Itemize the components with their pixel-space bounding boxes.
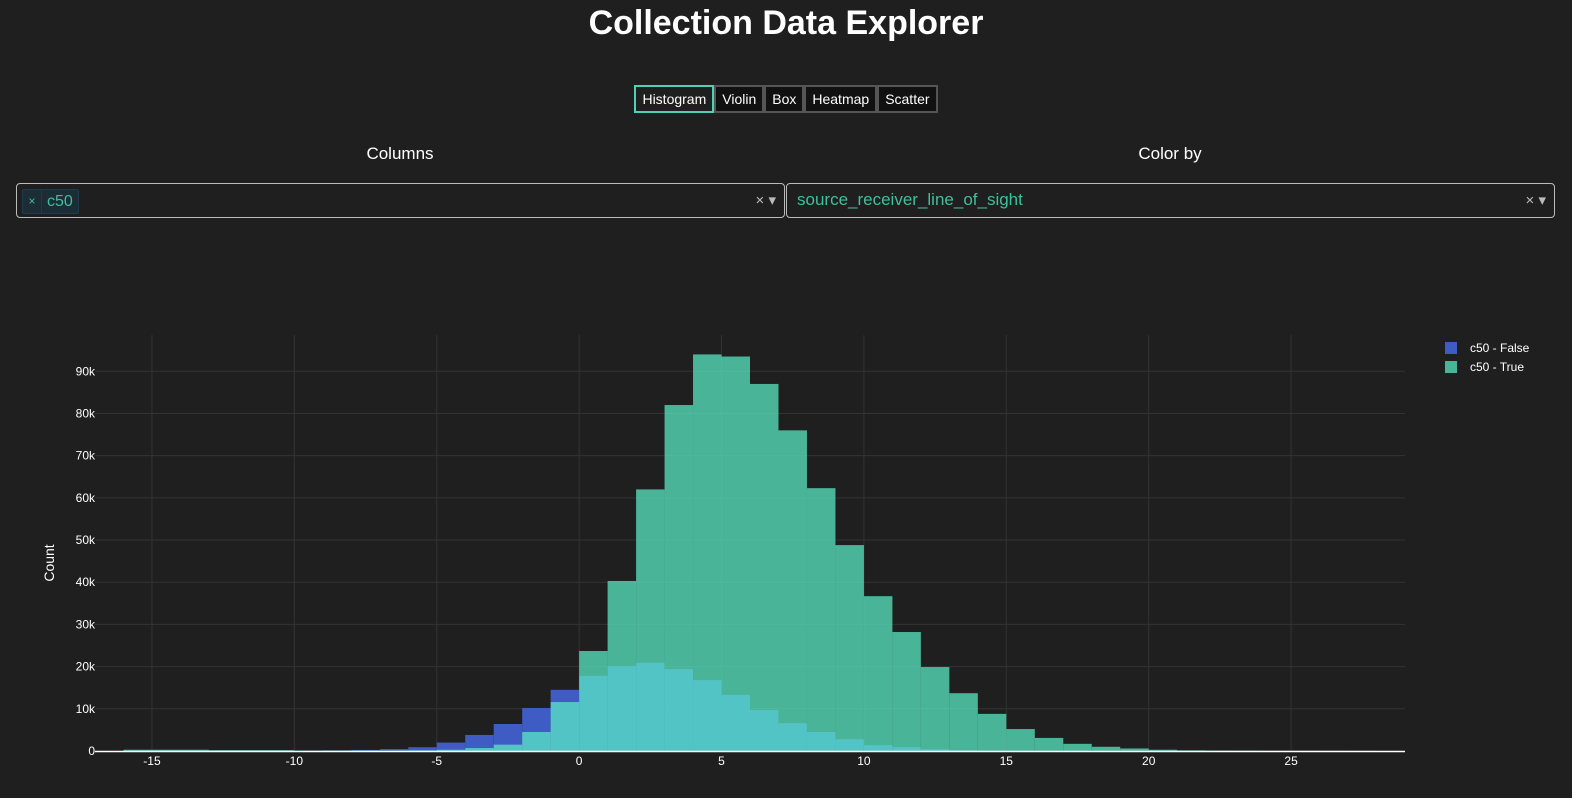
bar-true[interactable]	[607, 580, 637, 751]
columns-label: Columns	[366, 144, 434, 163]
columns-dropdown[interactable]: × c50 × ▾	[16, 183, 785, 218]
x-tick-label: -5	[431, 754, 442, 768]
clear-icon[interactable]: ×	[756, 192, 765, 209]
x-tick-label: 15	[1000, 754, 1014, 768]
bar-true[interactable]	[465, 748, 494, 751]
tab-violin[interactable]: Violin	[714, 85, 765, 113]
bar-true[interactable]	[977, 713, 1007, 751]
bar-true[interactable]	[1006, 729, 1035, 751]
bar-true[interactable]	[750, 383, 779, 751]
y-tick-label: 30k	[76, 617, 96, 631]
page-title: Collection Data Explorer	[588, 4, 984, 42]
bar-true[interactable]	[579, 651, 608, 751]
x-tick-label: 0	[576, 754, 583, 768]
legend-label-false[interactable]: c50 - False	[1470, 341, 1530, 355]
y-tick-label: 20k	[76, 660, 96, 674]
bar-true[interactable]	[1120, 748, 1149, 751]
y-tick-label: 90k	[76, 364, 96, 378]
legend-label-true[interactable]: c50 - True	[1470, 360, 1524, 374]
bar-true[interactable]	[863, 596, 893, 751]
bar-true[interactable]	[920, 667, 950, 751]
y-tick-label: 80k	[76, 406, 96, 420]
bar-true[interactable]	[493, 744, 523, 751]
legend-swatch-false	[1445, 342, 1457, 354]
bar-false[interactable]	[436, 742, 466, 751]
bar-true[interactable]	[806, 488, 836, 751]
bar-true[interactable]	[636, 489, 665, 751]
selected-chip: × c50	[22, 189, 79, 214]
y-tick-label: 70k	[76, 449, 96, 463]
histogram-chart[interactable]: -15 -10 -5 0 5 10 15 20 25 0 10k 20k 30k 40k 50k 60k 70k…	[0, 320, 1572, 798]
bar-true[interactable]	[1063, 743, 1092, 751]
tab-heatmap[interactable]: Heatmap	[804, 85, 878, 113]
chip-label: c50	[47, 193, 73, 210]
chevron-down-icon[interactable]: ▾	[1538, 192, 1546, 209]
bar-true[interactable]	[522, 732, 551, 751]
color-by-label: Color by	[1138, 144, 1202, 163]
bar-true[interactable]	[778, 430, 807, 751]
chip-remove-icon[interactable]: ×	[23, 190, 42, 213]
legend-swatch-true	[1445, 361, 1457, 373]
y-tick-label: 60k	[76, 491, 96, 505]
bar-true[interactable]	[550, 702, 580, 751]
y-tick-label: 10k	[76, 702, 96, 716]
legend[interactable]: c50 - False c50 - True	[1445, 341, 1530, 374]
x-tick-label: 5	[718, 754, 725, 768]
chevron-down-icon[interactable]: ▾	[768, 192, 776, 209]
y-tick-label: 40k	[76, 575, 96, 589]
clear-icon[interactable]: ×	[1526, 192, 1535, 209]
tab-scatter[interactable]: Scatter	[877, 85, 938, 113]
bar-true[interactable]	[835, 545, 864, 751]
bar-true[interactable]	[892, 632, 921, 751]
bar-true[interactable]	[693, 354, 722, 751]
color-by-dropdown[interactable]: source_receiver_line_of_sight × ▾	[786, 183, 1555, 218]
bar-true[interactable]	[721, 356, 750, 751]
x-tick-label: 20	[1142, 754, 1156, 768]
bar-true[interactable]	[664, 405, 694, 751]
bar-true[interactable]	[1034, 737, 1064, 751]
tab-box[interactable]: Box	[764, 85, 805, 113]
bar-true[interactable]	[949, 693, 978, 751]
y-axis-title: Count	[41, 544, 57, 581]
y-tick-label: 0	[88, 744, 95, 758]
y-tick-label: 50k	[76, 533, 96, 547]
x-tick-label: -10	[286, 754, 304, 768]
color-by-value: source_receiver_line_of_sight	[797, 190, 1023, 209]
x-tick-label: 10	[857, 754, 871, 768]
x-tick-label: 25	[1284, 754, 1298, 768]
bar-true[interactable]	[1091, 746, 1121, 751]
tab-histogram[interactable]: Histogram	[634, 85, 715, 113]
chart-type-tabs: Histogram Violin Box Heatmap Scatter	[0, 85, 1572, 113]
x-tick-label: -15	[143, 754, 161, 768]
